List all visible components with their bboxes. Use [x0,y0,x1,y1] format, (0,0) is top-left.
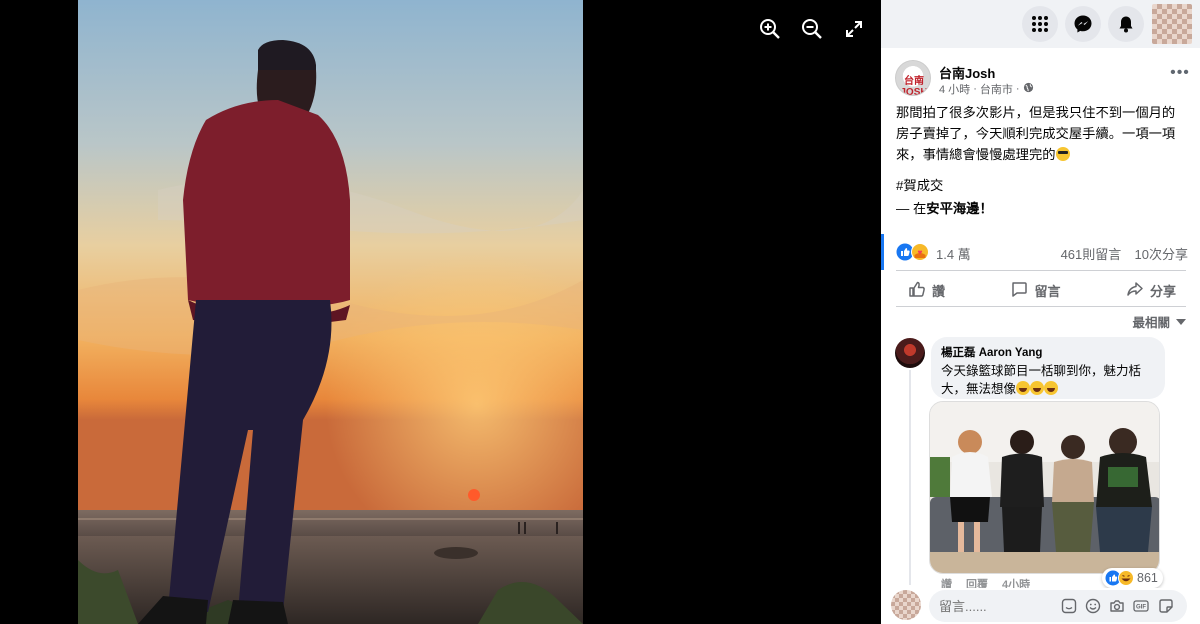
fullscreen-icon[interactable] [842,17,866,41]
share-icon [1126,280,1144,301]
comment-reaction-icons [1105,570,1134,586]
post-meta: 4 小時 · 台南市 · [939,81,1034,97]
svg-text:GIF: GIF [1136,605,1146,611]
comment-reaction-count: 861 [1137,571,1158,585]
zoom-in-icon[interactable] [758,17,782,41]
divider [896,270,1186,271]
meta-separator: · [973,83,977,95]
sunset-beach-image [78,0,583,624]
comment-author[interactable]: 楊正磊 Aaron Yang [941,344,1155,360]
divider [896,306,1186,307]
post-time[interactable]: 4 小時 [939,81,970,97]
page-name[interactable]: 台南Josh [939,63,995,82]
comment-photo[interactable] [929,401,1160,574]
hashtag-link[interactable]: #賀成交 [896,175,1188,196]
public-globe-icon [1023,82,1034,96]
share-button[interactable]: 分享 [1114,276,1188,305]
sticker-icon[interactable] [1061,598,1077,614]
page-avatar[interactable]: 台南 JOSH [895,60,931,96]
comment-bubble: 楊正磊 Aaron Yang 今天錄籃球節目一栝聊到你，魅力栝 大，無法想像 [931,337,1165,399]
photo-viewer [0,0,881,624]
post-line: 那間拍了很多次影片，但是我只住不到一個月的 [896,105,1176,120]
comment-label: 留言 [1034,283,1061,299]
post-stats: 1.4 萬 461則留言 10次分享 [896,242,1188,262]
gif-icon[interactable]: GIF [1133,598,1149,614]
reaction-count[interactable]: 1.4 萬 [936,244,971,263]
share-label: 分享 [1149,283,1176,299]
laughing-emoji-icon [1044,381,1059,395]
like-button[interactable]: 讚 [896,276,957,305]
post-sidebar: 台南 JOSH 台南Josh 4 小時 · 台南市 · ••• 那間拍了很多次影… [881,0,1200,624]
post-text: 那間拍了很多次影片，但是我只住不到一個月的 房子賣掉了，今天順利完成交屋手續。一… [896,102,1188,219]
comment-sort-dropdown[interactable]: 最相關 [1132,312,1186,331]
post-location[interactable]: 台南市 [980,81,1013,97]
comment-reactions[interactable]: 861 [1102,568,1163,588]
shares-count[interactable]: 10次分享 [1135,247,1188,262]
like-label: 讚 [932,283,946,299]
laughing-emoji-icon [1016,381,1031,395]
chevron-down-icon [1176,315,1186,329]
sort-label: 最相關 [1132,316,1170,330]
post-line: 房子賣掉了，今天順利完成交屋手續。一項一項 [896,126,1176,141]
notifications-bell-icon[interactable] [1108,6,1144,42]
emoji-icon[interactable] [1085,598,1101,614]
thread-line [909,370,911,585]
checkin-place-link[interactable]: 安平海邊 [926,201,979,216]
composer-avatar [891,590,921,620]
zoom-out-icon[interactable] [800,17,824,41]
composer-box: GIF [929,590,1187,622]
account-avatar[interactable] [1152,4,1192,44]
comments-count[interactable]: 461則留言 [1061,247,1122,262]
camera-icon[interactable] [1109,598,1125,614]
checkin-line: — 在安平海邊！ [896,201,993,216]
menu-grid-icon[interactable] [1022,6,1058,42]
top-bar [881,0,1200,48]
focus-indicator [881,234,884,270]
comment-text: 今天錄籃球節目一栝聊到你，魅力栝 大，無法想像 [941,364,1142,396]
post-actions: 讚 留言 分享 [896,276,1188,304]
reaction-icons[interactable] [896,243,930,261]
post-line: 來，事情總會慢慢處理完的 [896,144,1188,165]
comment-button[interactable]: 留言 [998,276,1072,305]
page-logo: 台南 JOSH [900,76,928,96]
messenger-icon[interactable] [1065,6,1101,42]
commenter-avatar[interactable] [895,338,925,368]
comment-composer: GIF [881,588,1200,624]
post-photo[interactable] [78,0,583,624]
post-header: 台南 JOSH 台南Josh 4 小時 · 台南市 · ••• [895,60,1190,100]
comment-input[interactable] [939,590,1059,622]
sticker-alt-icon[interactable] [1158,598,1174,614]
meta-separator: · [1015,83,1020,95]
sunglasses-emoji-icon [1055,147,1070,161]
like-icon [908,280,926,301]
more-options-icon[interactable]: ••• [1170,65,1190,86]
comment-icon [1010,280,1028,301]
laughing-emoji-icon [1030,381,1045,395]
comment-share-counts: 461則留言 10次分享 [1061,244,1188,263]
